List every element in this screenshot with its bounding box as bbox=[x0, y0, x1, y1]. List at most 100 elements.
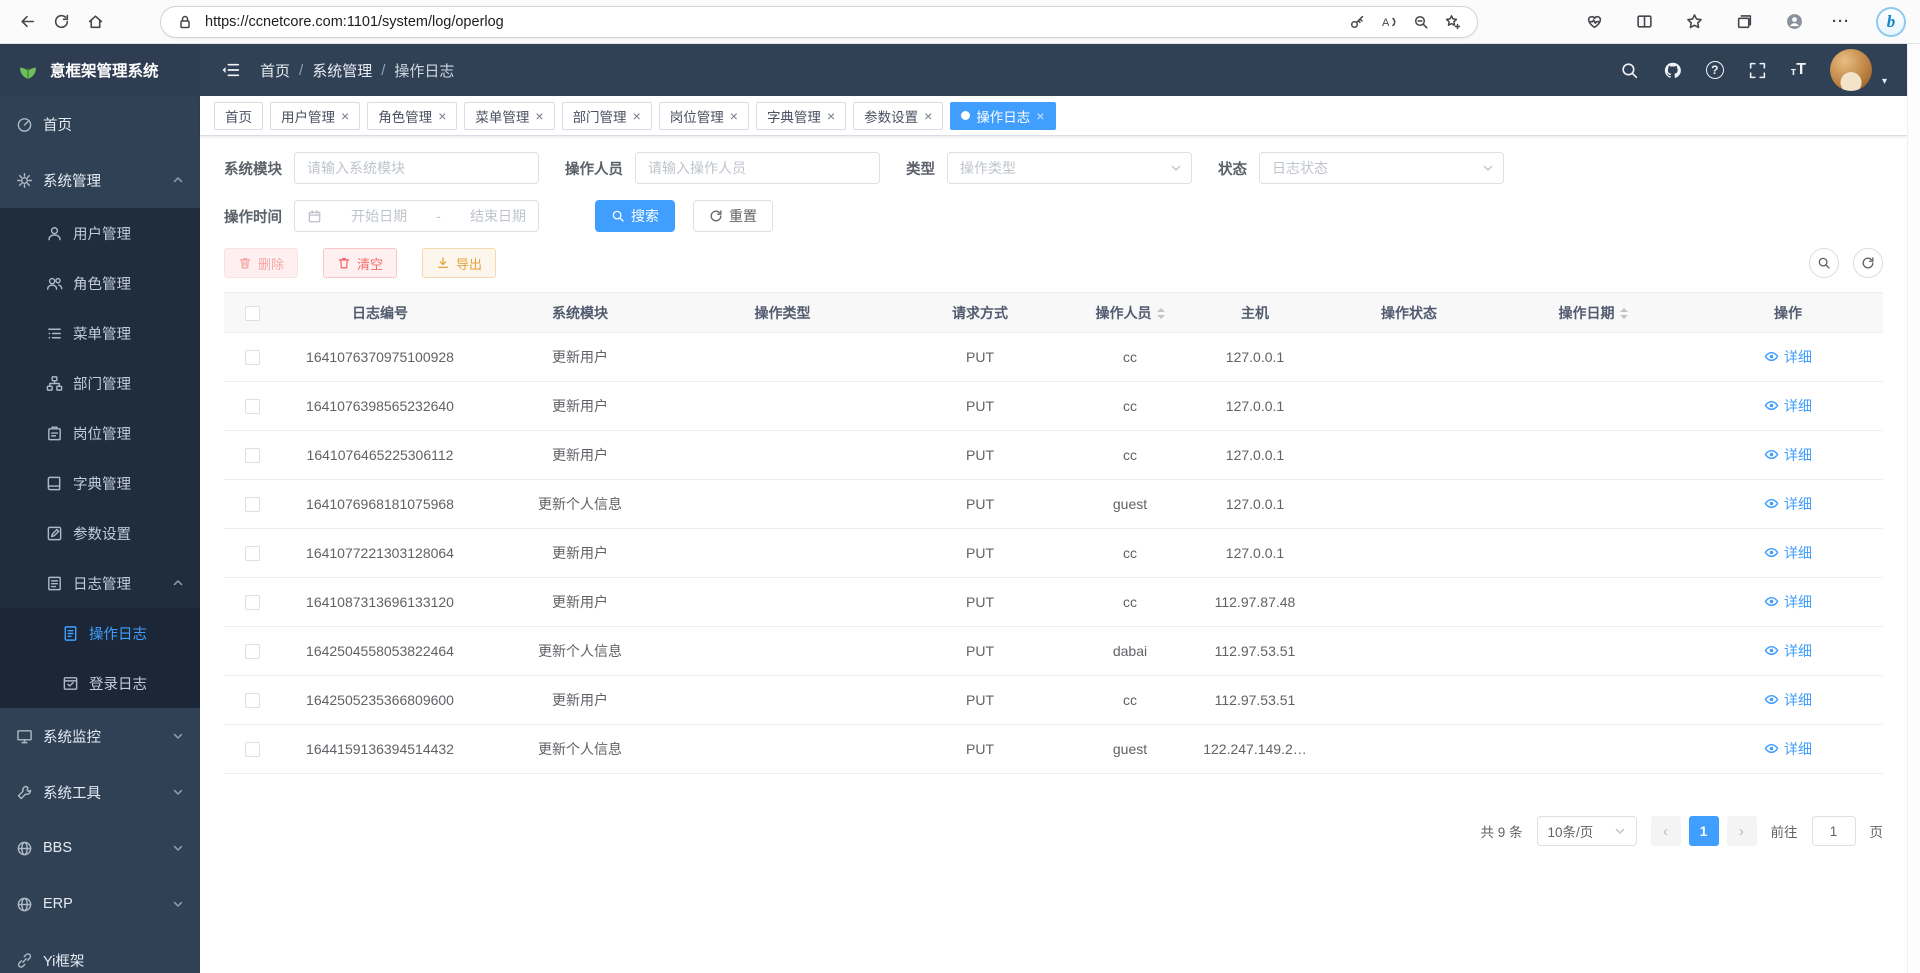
reset-button[interactable]: 重置 bbox=[693, 200, 773, 232]
split-screen-icon[interactable] bbox=[1632, 10, 1656, 34]
github-icon[interactable] bbox=[1663, 61, 1682, 80]
home-icon[interactable] bbox=[78, 5, 112, 39]
sidebar-item-system[interactable]: 系统管理 bbox=[0, 152, 200, 208]
close-tab-icon[interactable]: × bbox=[535, 109, 543, 123]
detail-link[interactable]: 详细 bbox=[1764, 543, 1812, 563]
clear-button[interactable]: 清空 bbox=[323, 248, 397, 278]
profile-icon[interactable] bbox=[1782, 10, 1806, 34]
search-icon[interactable] bbox=[1620, 61, 1639, 80]
sort-asc-icon[interactable] bbox=[1157, 308, 1165, 312]
browser-essentials-icon[interactable] bbox=[1582, 10, 1606, 34]
tab-param-settings[interactable]: 参数设置× bbox=[853, 102, 943, 130]
date-range-picker[interactable]: 开始日期 - 结束日期 bbox=[294, 200, 539, 232]
add-favorite-icon[interactable] bbox=[1441, 10, 1465, 34]
lock-icon[interactable] bbox=[173, 10, 197, 34]
address-bar[interactable]: https://ccnetcore.com:1101/system/log/op… bbox=[160, 6, 1478, 38]
row-checkbox[interactable] bbox=[245, 595, 260, 610]
close-tab-icon[interactable]: × bbox=[924, 109, 932, 123]
close-tab-icon[interactable]: × bbox=[341, 109, 349, 123]
detail-link[interactable]: 详细 bbox=[1764, 690, 1812, 710]
zoom-out-icon[interactable] bbox=[1409, 10, 1433, 34]
breadcrumb-item-system[interactable]: 系统管理 bbox=[312, 60, 372, 81]
favorites-icon[interactable] bbox=[1682, 10, 1706, 34]
export-button[interactable]: 导出 bbox=[422, 248, 496, 278]
tab-user-mgmt[interactable]: 用户管理× bbox=[270, 102, 360, 130]
sidebar-toggle-icon[interactable] bbox=[220, 60, 240, 80]
detail-link[interactable]: 详细 bbox=[1764, 347, 1812, 367]
detail-link[interactable]: 详细 bbox=[1764, 739, 1812, 759]
sidebar-item-logs[interactable]: 日志管理 bbox=[0, 558, 200, 608]
close-tab-icon[interactable]: × bbox=[730, 109, 738, 123]
help-icon[interactable]: ? bbox=[1706, 61, 1724, 79]
row-checkbox[interactable] bbox=[245, 742, 260, 757]
password-key-icon[interactable] bbox=[1345, 10, 1369, 34]
delete-button[interactable]: 删除 bbox=[224, 248, 298, 278]
sidebar-item-params[interactable]: 参数设置 bbox=[0, 508, 200, 558]
detail-link[interactable]: 详细 bbox=[1764, 494, 1812, 514]
operator-input[interactable] bbox=[635, 152, 880, 184]
bing-icon[interactable]: b bbox=[1876, 7, 1906, 37]
search-button[interactable]: 搜索 bbox=[595, 200, 675, 232]
row-checkbox[interactable] bbox=[245, 497, 260, 512]
breadcrumb-item-home[interactable]: 首页 bbox=[260, 60, 290, 81]
detail-link[interactable]: 详细 bbox=[1764, 592, 1812, 612]
row-checkbox[interactable] bbox=[245, 350, 260, 365]
collections-icon[interactable] bbox=[1732, 10, 1756, 34]
select-all-checkbox[interactable] bbox=[245, 306, 260, 321]
tab-dept-mgmt[interactable]: 部门管理× bbox=[562, 102, 652, 130]
tab-operlog[interactable]: 操作日志× bbox=[950, 102, 1055, 130]
sidebar-item-bbs[interactable]: BBS bbox=[0, 820, 200, 876]
sidebar-item-yiframe[interactable]: Yi框架 bbox=[0, 932, 200, 973]
url-text[interactable]: https://ccnetcore.com:1101/system/log/op… bbox=[205, 14, 1337, 30]
sort-desc-icon[interactable] bbox=[1157, 315, 1165, 319]
detail-link[interactable]: 详细 bbox=[1764, 641, 1812, 661]
fullscreen-icon[interactable] bbox=[1748, 61, 1767, 80]
detail-link[interactable]: 详细 bbox=[1764, 396, 1812, 416]
status-select-input[interactable] bbox=[1259, 152, 1504, 184]
close-tab-icon[interactable]: × bbox=[1036, 109, 1044, 123]
module-input[interactable] bbox=[294, 152, 539, 184]
sidebar-item-roles[interactable]: 角色管理 bbox=[0, 258, 200, 308]
type-select[interactable] bbox=[947, 152, 1192, 184]
page-size-select[interactable]: 10条/页 bbox=[1537, 816, 1637, 846]
close-tab-icon[interactable]: × bbox=[438, 109, 446, 123]
tab-post-mgmt[interactable]: 岗位管理× bbox=[659, 102, 749, 130]
sidebar-item-erp[interactable]: ERP bbox=[0, 876, 200, 932]
sidebar-item-posts[interactable]: 岗位管理 bbox=[0, 408, 200, 458]
page-1-button[interactable]: 1 bbox=[1689, 816, 1719, 846]
tab-dict-mgmt[interactable]: 字典管理× bbox=[756, 102, 846, 130]
sidebar-item-operlog[interactable]: 操作日志 bbox=[0, 608, 200, 658]
close-tab-icon[interactable]: × bbox=[633, 109, 641, 123]
back-icon[interactable] bbox=[10, 5, 44, 39]
status-select[interactable] bbox=[1259, 152, 1504, 184]
avatar-caret-icon[interactable]: ▾ bbox=[1882, 76, 1887, 91]
sidebar-item-monitor[interactable]: 系统监控 bbox=[0, 708, 200, 764]
sidebar-item-menus[interactable]: 菜单管理 bbox=[0, 308, 200, 358]
sidebar-item-dicts[interactable]: 字典管理 bbox=[0, 458, 200, 508]
close-tab-icon[interactable]: × bbox=[827, 109, 835, 123]
tab-role-mgmt[interactable]: 角色管理× bbox=[367, 102, 457, 130]
read-aloud-icon[interactable]: A bbox=[1377, 10, 1401, 34]
refresh-table-button[interactable] bbox=[1853, 248, 1883, 278]
tab-menu-mgmt[interactable]: 菜单管理× bbox=[464, 102, 554, 130]
row-checkbox[interactable] bbox=[245, 644, 260, 659]
sort-desc-icon[interactable] bbox=[1620, 315, 1628, 319]
sort-caret[interactable] bbox=[1157, 308, 1165, 319]
row-checkbox[interactable] bbox=[245, 546, 260, 561]
goto-page-input[interactable] bbox=[1812, 816, 1856, 846]
user-avatar[interactable] bbox=[1830, 49, 1872, 91]
font-size-icon[interactable]: тT bbox=[1791, 62, 1806, 78]
row-checkbox[interactable] bbox=[245, 399, 260, 414]
more-menu-icon[interactable]: ··· bbox=[1832, 13, 1850, 30]
detail-link[interactable]: 详细 bbox=[1764, 445, 1812, 465]
toggle-search-button[interactable] bbox=[1809, 248, 1839, 278]
row-checkbox[interactable] bbox=[245, 693, 260, 708]
sidebar-item-loginlog[interactable]: 登录日志 bbox=[0, 658, 200, 708]
prev-page-button[interactable]: ‹ bbox=[1651, 816, 1681, 846]
sidebar-item-users[interactable]: 用户管理 bbox=[0, 208, 200, 258]
row-checkbox[interactable] bbox=[245, 448, 260, 463]
refresh-icon[interactable] bbox=[44, 5, 78, 39]
type-select-input[interactable] bbox=[947, 152, 1192, 184]
next-page-button[interactable]: › bbox=[1727, 816, 1757, 846]
sort-asc-icon[interactable] bbox=[1620, 308, 1628, 312]
